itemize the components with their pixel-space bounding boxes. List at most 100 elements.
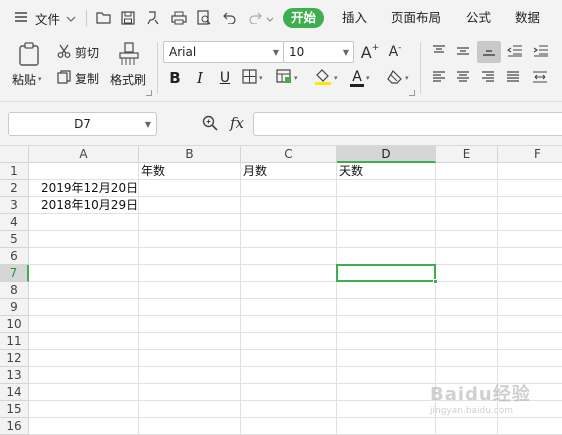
cell-a3[interactable]: 2018年10月29日 [29, 197, 139, 214]
cell-f12[interactable] [498, 350, 562, 367]
column-header-d[interactable]: D [337, 146, 436, 163]
cell-d10[interactable] [337, 316, 436, 333]
distributed-align-button[interactable] [529, 68, 551, 88]
cell-b14[interactable] [139, 384, 241, 401]
cell-e11[interactable] [436, 333, 498, 350]
cell-e6[interactable] [436, 248, 498, 265]
cell-a13[interactable] [29, 367, 139, 384]
cell-d15[interactable] [337, 401, 436, 418]
bold-button[interactable]: B [166, 68, 184, 88]
column-header-b[interactable]: B [139, 146, 241, 163]
format-painter-label-button[interactable]: 格式刷 [110, 70, 146, 88]
fill-color-button[interactable]: ▾ [314, 68, 338, 88]
cell-c3[interactable] [241, 197, 337, 214]
formula-input[interactable] [253, 112, 562, 136]
insert-function-button[interactable]: fx [226, 113, 248, 133]
cell-f9[interactable] [498, 299, 562, 316]
row-header-3[interactable]: 3 [0, 197, 29, 214]
fill-handle[interactable] [433, 279, 438, 284]
cell-f16[interactable] [498, 418, 562, 435]
cell-d4[interactable] [337, 214, 436, 231]
cell-a2[interactable]: 2019年12月20日 [29, 180, 139, 197]
cell-a12[interactable] [29, 350, 139, 367]
row-header-7[interactable]: 7 [0, 265, 29, 282]
row-header-9[interactable]: 9 [0, 299, 29, 316]
row-header-12[interactable]: 12 [0, 350, 29, 367]
cell-c2[interactable] [241, 180, 337, 197]
row-header-2[interactable]: 2 [0, 180, 29, 197]
output-pdf-button[interactable] [143, 0, 163, 36]
cell-c7[interactable] [241, 265, 337, 282]
cell-c5[interactable] [241, 231, 337, 248]
cell-c15[interactable] [241, 401, 337, 418]
increase-indent-button[interactable] [531, 42, 551, 62]
align-bottom-button[interactable] [477, 41, 501, 63]
paste-button[interactable] [14, 41, 44, 68]
cell-e16[interactable] [436, 418, 498, 435]
row-header-1[interactable]: 1 [0, 163, 29, 180]
copy-button[interactable]: 复制 [57, 68, 99, 88]
cell-d8[interactable] [337, 282, 436, 299]
cell-d6[interactable] [337, 248, 436, 265]
cell-d9[interactable] [337, 299, 436, 316]
cell-b5[interactable] [139, 231, 241, 248]
merge-button[interactable]: ▾ [276, 68, 298, 88]
row-header-14[interactable]: 14 [0, 384, 29, 401]
cell-a1[interactable] [29, 163, 139, 180]
cell-e10[interactable] [436, 316, 498, 333]
font-name-select[interactable]: Arial ▼ [163, 41, 284, 63]
cell-e8[interactable] [436, 282, 498, 299]
cell-d3[interactable] [337, 197, 436, 214]
cell-d1[interactable]: 天数 [337, 163, 436, 180]
cell-b7[interactable] [139, 265, 241, 282]
format-painter-button[interactable] [116, 41, 142, 68]
align-top-button[interactable] [429, 42, 449, 62]
cell-a15[interactable] [29, 401, 139, 418]
clear-button[interactable]: ▾ [387, 68, 409, 88]
cell-b13[interactable] [139, 367, 241, 384]
cell-d14[interactable] [337, 384, 436, 401]
column-header-e[interactable]: E [436, 146, 498, 163]
font-color-button[interactable]: A ▾ [350, 68, 370, 88]
cell-c4[interactable] [241, 214, 337, 231]
cell-c11[interactable] [241, 333, 337, 350]
cell-c14[interactable] [241, 384, 337, 401]
cell-a7[interactable] [29, 265, 139, 282]
cell-a6[interactable] [29, 248, 139, 265]
open-button[interactable] [94, 0, 114, 36]
cell-c8[interactable] [241, 282, 337, 299]
cell-c13[interactable] [241, 367, 337, 384]
borders-button[interactable]: ▾ [242, 68, 263, 88]
cell-e9[interactable] [436, 299, 498, 316]
cell-b1[interactable]: 年数 [139, 163, 241, 180]
column-header-c[interactable]: C [241, 146, 337, 163]
row-header-4[interactable]: 4 [0, 214, 29, 231]
quick-access-more[interactable] [266, 0, 274, 36]
cell-b3[interactable] [139, 197, 241, 214]
increase-font-size-button[interactable]: A + [360, 42, 380, 62]
decrease-font-size-button[interactable]: A - [385, 42, 405, 62]
align-center-button[interactable] [453, 68, 473, 88]
cell-e7[interactable] [436, 265, 498, 282]
tab-page-layout[interactable]: 页面布局 [391, 8, 441, 28]
cell-c16[interactable] [241, 418, 337, 435]
cell-b16[interactable] [139, 418, 241, 435]
clipboard-dialog-launcher[interactable] [146, 90, 152, 96]
cell-a11[interactable] [29, 333, 139, 350]
cut-button[interactable]: 剪切 [57, 42, 99, 62]
active-cell-selection[interactable] [336, 264, 436, 282]
cell-e3[interactable] [436, 197, 498, 214]
cell-b8[interactable] [139, 282, 241, 299]
cell-f4[interactable] [498, 214, 562, 231]
cell-b4[interactable] [139, 214, 241, 231]
row-header-10[interactable]: 10 [0, 316, 29, 333]
cell-a16[interactable] [29, 418, 139, 435]
cell-a14[interactable] [29, 384, 139, 401]
zoom-formula-button[interactable] [200, 114, 220, 134]
cell-a8[interactable] [29, 282, 139, 299]
justify-button[interactable] [503, 68, 523, 88]
font-size-select[interactable]: 10 ▼ [283, 41, 354, 63]
underline-button[interactable]: U [216, 68, 234, 88]
cell-c12[interactable] [241, 350, 337, 367]
cell-e5[interactable] [436, 231, 498, 248]
